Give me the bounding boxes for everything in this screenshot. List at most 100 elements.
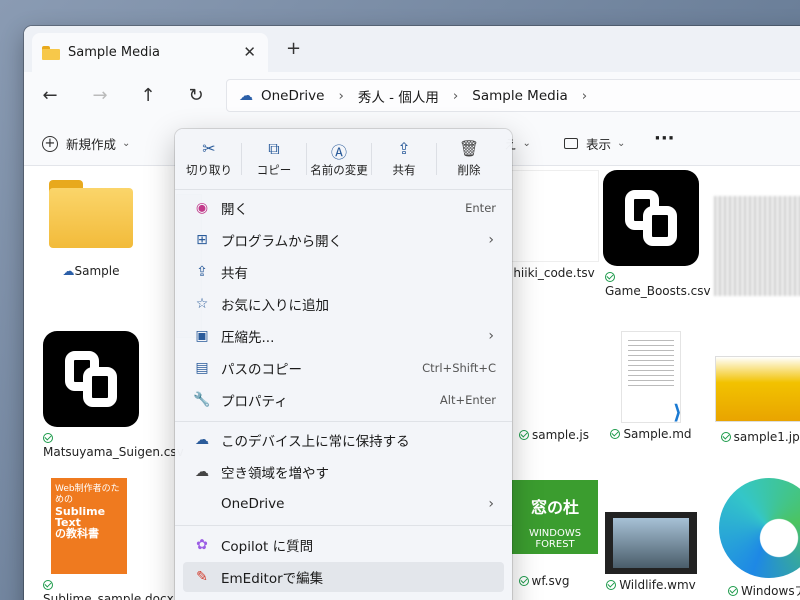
file-wildlife[interactable]: Wildlife.wmv bbox=[601, 512, 701, 592]
synced-check-icon bbox=[606, 580, 617, 590]
synced-check-icon bbox=[610, 429, 621, 439]
chevron-right-icon: › bbox=[488, 328, 494, 344]
menu-label: 空き領域を増やす bbox=[221, 466, 329, 482]
share-label: 共有 bbox=[392, 163, 416, 177]
menu-item-open[interactable]: ◉ 開く Enter bbox=[183, 193, 504, 223]
menu-label: 圧縮先... bbox=[221, 330, 275, 346]
file-name: Matsuyama_Suigen.csv bbox=[43, 445, 184, 459]
file-name: wf.svg bbox=[531, 574, 570, 588]
breadcrumb-sample-media[interactable]: Sample Media bbox=[472, 88, 567, 104]
chevron-right-icon[interactable]: › bbox=[338, 88, 343, 104]
shortcut-label: Alt+Enter bbox=[439, 393, 496, 407]
chevron-down-icon: ⌄ bbox=[617, 138, 626, 149]
forward-arrow-icon[interactable]: → bbox=[88, 85, 112, 106]
cloud-icon: ☁ bbox=[62, 264, 75, 278]
menu-item-free-space[interactable]: ☁ 空き領域を増やす bbox=[183, 457, 504, 487]
file-blurred-image[interactable] bbox=[714, 196, 800, 296]
menu-item-properties[interactable]: 🔧 プロパティ Alt+Enter bbox=[183, 385, 504, 415]
copy-icon: ⧉ bbox=[268, 139, 280, 158]
delete-label: 削除 bbox=[457, 163, 481, 177]
menu-item-keep-on-device[interactable]: ☁ このデバイス上に常に保持する bbox=[183, 425, 504, 455]
copilot-icon: ✿ bbox=[196, 537, 208, 553]
rename-icon: Ⓐ bbox=[330, 143, 347, 162]
menu-item-emeditor[interactable]: ✎ EmEditorで編集 bbox=[183, 562, 504, 592]
file-sublime[interactable]: Web制作者のための Sublime Text の教科書 Sublime_sam… bbox=[39, 478, 174, 600]
file-windows-app-shortcut[interactable]: Windowsアプリ・フリーソフトのお bbox=[714, 478, 800, 600]
cut-label: 切り取り bbox=[186, 163, 232, 177]
menu-item-copilot[interactable]: ✿ Copilot に質問 bbox=[183, 530, 504, 560]
copy-button[interactable]: ⧉ コピー bbox=[242, 129, 306, 187]
shortcut-label: Enter bbox=[465, 201, 496, 215]
cloud-icon: ☁ bbox=[195, 464, 209, 480]
breadcrumb-user[interactable]: 秀人 - 個人用 bbox=[358, 86, 439, 106]
share-button[interactable]: ⇪ 共有 bbox=[372, 129, 436, 187]
close-tab-icon[interactable]: ✕ bbox=[243, 43, 256, 61]
menu-item-copy-path[interactable]: ▤ パスのコピー Ctrl+Shift+C bbox=[183, 353, 504, 383]
rename-button[interactable]: Ⓐ 名前の変更 bbox=[307, 129, 371, 187]
delete-button[interactable]: 🗑 削除 bbox=[437, 129, 501, 187]
edge-browser-icon bbox=[719, 478, 800, 578]
menu-label: お気に入りに追加 bbox=[221, 298, 329, 314]
chevron-right-icon[interactable]: › bbox=[453, 88, 458, 104]
copy-label: コピー bbox=[256, 163, 292, 177]
tab-bar: Sample Media ✕ + bbox=[24, 26, 800, 72]
view-button[interactable]: 表示 ⌄ bbox=[564, 134, 625, 153]
file-sample-js[interactable]: sample.js bbox=[504, 336, 604, 442]
tab-title: Sample Media bbox=[68, 45, 160, 60]
folder-sample[interactable]: ☁Sample bbox=[41, 180, 141, 278]
book-title-2: の教科書 bbox=[55, 527, 99, 540]
menu-item-favorite[interactable]: ☆ お気に入りに追加 bbox=[183, 289, 504, 319]
more-options-button[interactable]: ··· bbox=[654, 128, 675, 149]
menu-item-share[interactable]: ⇪ 共有 bbox=[183, 257, 504, 287]
chevron-right-icon[interactable]: › bbox=[582, 88, 587, 104]
new-button-label: 新規作成 bbox=[66, 137, 117, 152]
new-button[interactable]: + 新規作成 ⌄ bbox=[42, 134, 130, 153]
menu-label: このデバイス上に常に保持する bbox=[221, 434, 410, 450]
up-arrow-icon[interactable]: ↑ bbox=[136, 85, 160, 106]
file-hiiki[interactable]: hiiki_code.tsv bbox=[504, 170, 604, 280]
book-cover-thumbnail: Web制作者のための Sublime Text の教科書 bbox=[51, 478, 127, 574]
app-logo-icon bbox=[603, 170, 699, 266]
green-subtitle: WINDOWS FOREST bbox=[528, 528, 582, 550]
synced-check-icon bbox=[518, 430, 529, 440]
windows-forest-thumbnail: 窓の杜 WINDOWS FOREST bbox=[512, 480, 598, 554]
menu-divider bbox=[175, 421, 512, 422]
file-name: Wildlife.wmv bbox=[619, 578, 696, 592]
emeditor-icon: ✎ bbox=[196, 569, 208, 585]
menu-label: プロパティ bbox=[221, 394, 288, 410]
vscode-icon: ⟩ bbox=[672, 400, 682, 424]
menu-item-open-with[interactable]: ⊞ プログラムから開く › bbox=[183, 225, 504, 255]
cloud-download-icon: ☁ bbox=[195, 432, 209, 448]
context-menu: ✂ 切り取り ⧉ コピー Ⓐ 名前の変更 ⇪ 共有 🗑 削除 ◉ 開く Ente… bbox=[175, 129, 512, 600]
file-matsuyama[interactable]: Matsuyama_Suigen.csv bbox=[41, 331, 184, 459]
menu-item-compress[interactable]: ▣ 圧縮先... › bbox=[183, 321, 504, 351]
new-tab-button[interactable]: + bbox=[286, 38, 301, 59]
synced-check-icon bbox=[605, 272, 615, 282]
book-title: Sublime Text bbox=[55, 505, 106, 529]
tab-sample-media[interactable]: Sample Media ✕ bbox=[32, 33, 268, 72]
menu-label: プログラムから開く bbox=[221, 234, 343, 250]
cut-button[interactable]: ✂ 切り取り bbox=[177, 129, 241, 187]
file-name: Sample bbox=[74, 264, 120, 278]
navigation-bar: ← → ↑ ↻ ☁ OneDrive › 秀人 - 個人用 › Sample M… bbox=[24, 72, 800, 120]
breadcrumb-onedrive[interactable]: OneDrive bbox=[261, 88, 324, 104]
path-icon: ▤ bbox=[195, 360, 209, 376]
refresh-icon[interactable]: ↻ bbox=[184, 85, 208, 106]
file-sample1[interactable]: sample1.jpg bbox=[714, 356, 800, 444]
address-bar[interactable]: ☁ OneDrive › 秀人 - 個人用 › Sample Media › bbox=[226, 79, 800, 112]
file-game-boosts[interactable]: Game_Boosts.csv bbox=[601, 170, 711, 298]
file-name: Game_Boosts.csv bbox=[605, 284, 711, 298]
file-name: sample.js bbox=[531, 428, 590, 442]
synced-check-icon bbox=[720, 432, 731, 442]
open-with-icon: ⊞ bbox=[196, 232, 208, 248]
share-icon: ⇪ bbox=[196, 264, 208, 280]
menu-item-onedrive[interactable]: OneDrive › bbox=[183, 489, 504, 519]
rename-label: 名前の変更 bbox=[310, 163, 368, 177]
chevron-right-icon: › bbox=[488, 496, 494, 512]
app-logo-icon bbox=[43, 331, 139, 427]
open-app-icon: ◉ bbox=[195, 200, 209, 216]
menu-divider bbox=[175, 189, 512, 190]
back-arrow-icon[interactable]: ← bbox=[38, 85, 62, 106]
folder-icon bbox=[49, 180, 133, 248]
file-sample-md[interactable]: ⟩ Sample.md bbox=[601, 331, 701, 441]
